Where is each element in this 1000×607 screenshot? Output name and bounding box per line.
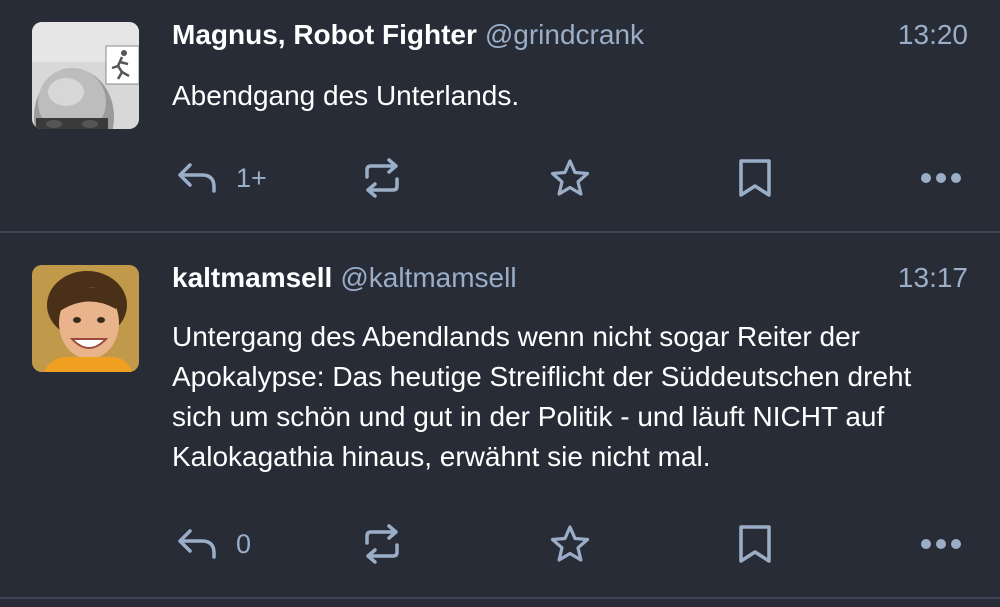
bookmark-icon <box>739 159 771 197</box>
status-divider <box>0 597 1000 599</box>
boost-icon <box>365 158 399 198</box>
action-bar: 0 <box>0 519 1000 569</box>
more-button[interactable] <box>918 153 964 203</box>
avatar[interactable] <box>32 22 139 129</box>
more-button[interactable] <box>918 519 964 569</box>
status-time[interactable]: 13:20 <box>898 18 968 52</box>
status-header: Magnus, Robot Fighter @grindcrank <box>172 18 644 52</box>
avatar[interactable] <box>32 265 139 372</box>
avatar-image <box>32 265 139 372</box>
display-name[interactable]: kaltmamsell <box>172 262 332 293</box>
status-card[interactable]: Magnus, Robot Fighter @grindcrank 13:20 A… <box>0 0 1000 232</box>
reply-icon <box>178 163 216 193</box>
action-bar: 1+ <box>0 153 1000 203</box>
account-handle[interactable]: @grindcrank <box>485 19 644 50</box>
status-card[interactable]: kaltmamsell @kaltmamsell 13:17 Untergang … <box>0 233 1000 597</box>
avatar-image <box>32 22 139 129</box>
star-icon <box>550 525 590 562</box>
bookmark-button[interactable] <box>736 153 774 203</box>
status-header: kaltmamsell @kaltmamsell <box>172 261 517 295</box>
status-time[interactable]: 13:17 <box>898 261 968 295</box>
favourite-button[interactable] <box>549 519 591 569</box>
reply-count: 0 <box>236 528 252 559</box>
status-content: Abendgang des Unterlands. <box>172 80 520 111</box>
display-name[interactable]: Magnus, Robot Fighter <box>172 19 477 50</box>
boost-icon <box>365 524 399 564</box>
more-icon <box>921 173 961 183</box>
reply-icon <box>178 529 216 559</box>
account-handle[interactable]: @kaltmamsell <box>340 262 516 293</box>
boost-button[interactable] <box>361 519 403 569</box>
reply-count: 1+ <box>236 162 267 193</box>
more-icon <box>921 539 961 549</box>
reply-button[interactable]: 0 <box>176 519 251 569</box>
boost-button[interactable] <box>361 153 403 203</box>
bookmark-icon <box>739 525 771 563</box>
bookmark-button[interactable] <box>736 519 774 569</box>
status-content: Untergang des Abendlands wenn nicht soga… <box>172 321 912 472</box>
favourite-button[interactable] <box>549 153 591 203</box>
star-icon <box>550 159 590 196</box>
reply-button[interactable]: 1+ <box>176 153 267 203</box>
